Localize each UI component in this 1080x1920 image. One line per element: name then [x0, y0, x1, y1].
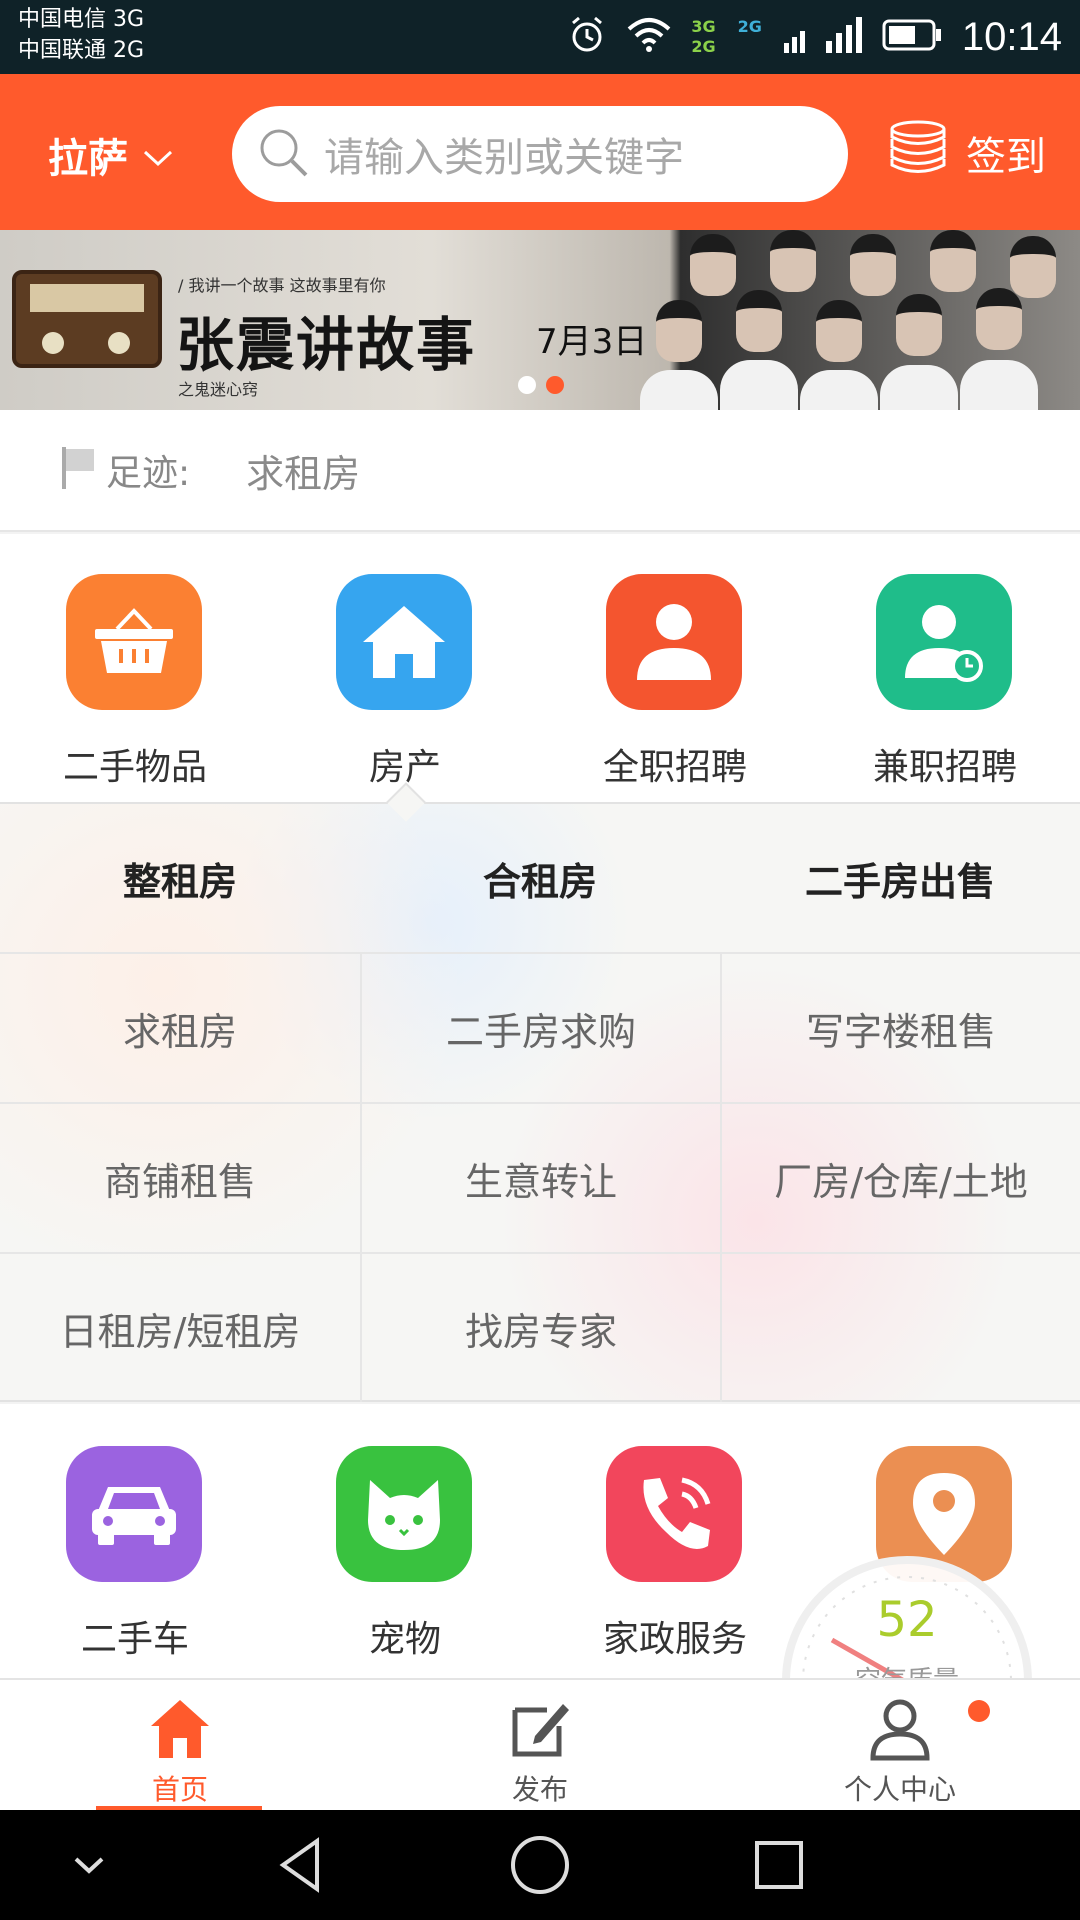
- category-realestate[interactable]: 房产: [270, 574, 540, 802]
- subcat-factory-land[interactable]: 厂房/仓库/土地: [720, 1102, 1080, 1252]
- subcat-whole-rent[interactable]: 整租房: [0, 804, 360, 952]
- tab-home[interactable]: 首页: [80, 1680, 280, 1812]
- house-icon: [336, 574, 472, 710]
- basket-icon: [66, 574, 202, 710]
- signin-button[interactable]: 签到: [888, 120, 1046, 186]
- carrier-2: 中国联通 2G: [18, 38, 145, 63]
- tab-home-label: 首页: [151, 1773, 208, 1806]
- category-used-cars[interactable]: 二手车: [0, 1446, 270, 1676]
- status-icons: 3G 2G 2G 10:14: [567, 12, 1062, 62]
- subcat-business-transfer[interactable]: 生意转让: [360, 1102, 720, 1252]
- city-selector[interactable]: 拉萨: [48, 126, 174, 184]
- network-type-labels: 3G 2G 2G: [691, 17, 762, 57]
- search-input[interactable]: 请输入类别或关键字: [232, 106, 848, 202]
- clock-time: 10:14: [961, 14, 1062, 59]
- collapse-chevron-icon[interactable]: [54, 1830, 124, 1900]
- category-label: 家政服务: [602, 1619, 747, 1660]
- alarm-icon: [567, 15, 607, 59]
- category-row-top: 二手物品 房产 全职招聘 兼职招聘: [0, 534, 1080, 802]
- category-label: 二手物品: [62, 747, 207, 788]
- carrier-1: 中国电信 3G: [18, 7, 145, 32]
- person-icon: [606, 574, 742, 710]
- subcat-house-sale[interactable]: 二手房出售: [720, 804, 1080, 952]
- net-2g-bottom-label: 2G: [691, 37, 716, 56]
- battery-icon: [882, 18, 942, 56]
- banner-crowd-image: [620, 230, 1080, 410]
- system-navigation-bar: [0, 1810, 1080, 1920]
- user-icon: [870, 1699, 930, 1761]
- tab-publish-label: 发布: [511, 1773, 568, 1806]
- category-secondhand[interactable]: 二手物品: [0, 574, 270, 802]
- carousel-indicator: [518, 376, 564, 394]
- coins-icon: [888, 120, 948, 186]
- home-icon: [151, 1700, 209, 1758]
- category-housekeeping[interactable]: 家政服务: [540, 1446, 810, 1676]
- carrier-info: 中国电信 3G 中国联通 2G: [18, 4, 144, 66]
- radio-illustration: [12, 270, 162, 368]
- category-fulltime-jobs[interactable]: 全职招聘: [540, 574, 810, 802]
- carousel-dot-2-active: [546, 376, 564, 394]
- bottom-tab-bar: 首页 发布 个人中心: [0, 1678, 1080, 1812]
- subcat-office[interactable]: 写字楼租售: [720, 952, 1080, 1102]
- air-quality-value: 52: [876, 1592, 938, 1648]
- recents-square-icon[interactable]: [744, 1830, 814, 1900]
- category-label: 兼职招聘: [872, 747, 1017, 788]
- subcat-want-rent[interactable]: 求租房: [0, 952, 360, 1102]
- banner-tagline: 之鬼迷心窍: [178, 380, 259, 399]
- realestate-subcategory-panel: 整租房 合租房 二手房出售 求租房 二手房求购 写字楼租售 商铺租售 生意转让 …: [0, 802, 1080, 1402]
- city-name: 拉萨: [48, 136, 128, 182]
- footprint-bar: 足迹: 求租房: [0, 410, 1080, 532]
- subcat-short-rent[interactable]: 日租房/短租房: [0, 1252, 360, 1402]
- footprint-item[interactable]: 求租房: [246, 443, 360, 498]
- chevron-down-icon: [142, 132, 174, 178]
- subcat-empty: [720, 1252, 1080, 1402]
- wifi-icon: [627, 17, 671, 57]
- subcat-shops[interactable]: 商铺租售: [0, 1102, 360, 1252]
- footprint-label: 足迹:: [106, 453, 191, 494]
- search-placeholder: 请输入类别或关键字: [324, 135, 684, 181]
- net-2g-label: 2G: [737, 17, 762, 36]
- phone-icon: [606, 1446, 742, 1582]
- flag-icon: [60, 445, 96, 495]
- app-header: 拉萨 请输入类别或关键字 签到: [0, 74, 1080, 230]
- home-circle-icon[interactable]: [505, 1830, 575, 1900]
- category-label: 全职招聘: [602, 747, 747, 788]
- signal-icon: [782, 17, 862, 57]
- category-label: 二手车: [80, 1619, 189, 1660]
- banner-subtitle: / 我讲一个故事 这故事里有你: [178, 276, 386, 295]
- category-label: 宠物: [368, 1619, 441, 1660]
- edit-icon: [512, 1704, 569, 1757]
- status-bar: 中国电信 3G 中国联通 2G 3G 2G 2G 10:14: [0, 0, 1080, 74]
- category-parttime-jobs[interactable]: 兼职招聘: [810, 574, 1080, 802]
- net-3g-label: 3G: [691, 17, 716, 36]
- signin-label: 签到: [966, 134, 1046, 180]
- tab-profile[interactable]: 个人中心: [800, 1680, 1000, 1812]
- category-pets[interactable]: 宠物: [270, 1446, 540, 1676]
- subcat-want-buy[interactable]: 二手房求购: [360, 952, 720, 1102]
- carousel-dot-1: [518, 376, 536, 394]
- notification-dot: [968, 1700, 990, 1722]
- search-icon: [256, 125, 310, 183]
- subcat-shared-rent[interactable]: 合租房: [360, 804, 720, 952]
- banner-title: 张震讲故事: [176, 311, 477, 379]
- cat-icon: [336, 1446, 472, 1582]
- car-icon: [66, 1446, 202, 1582]
- back-triangle-icon[interactable]: [266, 1830, 336, 1900]
- tab-publish[interactable]: 发布: [440, 1680, 640, 1812]
- subcat-house-expert[interactable]: 找房专家: [360, 1252, 720, 1402]
- tab-profile-label: 个人中心: [843, 1773, 956, 1806]
- person-clock-icon: [876, 574, 1012, 710]
- promo-banner[interactable]: / 我讲一个故事 这故事里有你 张震讲故事 7月3日 之鬼迷心窍: [0, 230, 1080, 410]
